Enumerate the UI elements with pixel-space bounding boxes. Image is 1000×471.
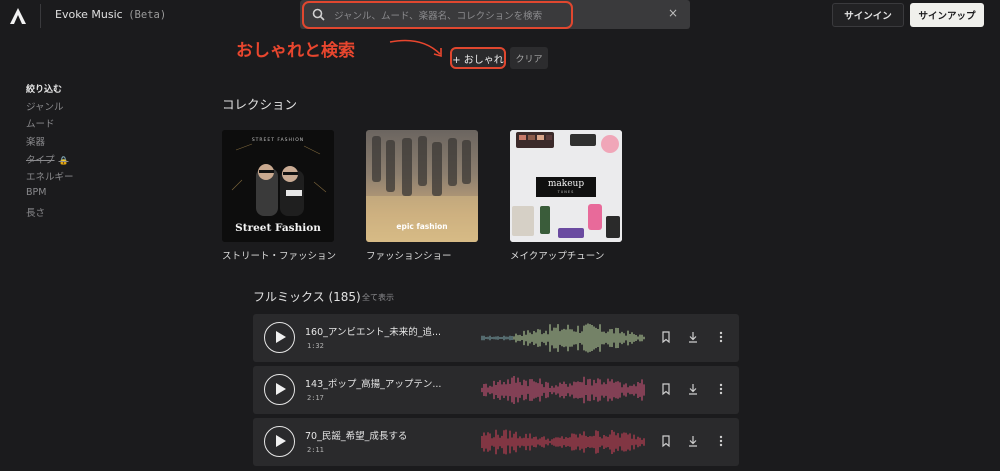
arrow-annotation-icon <box>389 39 442 58</box>
signup-button[interactable]: サインアップ <box>910 3 984 27</box>
waveform[interactable] <box>481 374 646 406</box>
active-tag-chip[interactable]: + おしゃれ <box>450 47 506 69</box>
close-icon[interactable]: × <box>668 6 678 20</box>
track-name[interactable]: 70_民謡_希望_成長する <box>305 428 407 442</box>
play-icon[interactable] <box>264 426 295 457</box>
collection-card-fashion-show[interactable]: epic fashion <box>366 130 478 242</box>
collection-label[interactable]: メイクアップチューン <box>510 248 604 262</box>
header-divider <box>40 4 41 28</box>
track-duration: 1:32 <box>307 342 324 350</box>
collection-label[interactable]: ファッションショー <box>366 248 452 262</box>
filter-energy[interactable]: エネルギー <box>26 169 74 183</box>
track-name[interactable]: 143_ポップ_高揚_アップテン... <box>305 376 441 390</box>
play-icon[interactable] <box>264 322 295 353</box>
waveform[interactable] <box>481 426 646 458</box>
filter-length[interactable]: 長さ <box>26 205 45 219</box>
search-icon <box>312 8 325 21</box>
full-mix-title: フルミックス (185) <box>253 290 361 304</box>
bookmark-icon[interactable] <box>659 434 673 448</box>
filter-bpm[interactable]: BPM <box>26 187 46 198</box>
brand-name[interactable]: Evoke Music (Beta) <box>55 8 166 21</box>
lock-icon: 🔒 <box>58 156 69 165</box>
clear-tags-button[interactable]: クリア <box>510 47 548 69</box>
waveform[interactable] <box>481 322 646 354</box>
filter-mood[interactable]: ムード <box>26 116 55 130</box>
filter-instrument[interactable]: 楽器 <box>26 134 45 148</box>
bookmark-icon[interactable] <box>659 330 673 344</box>
annotation-text: おしゃれと検索 <box>236 41 355 61</box>
bookmark-icon[interactable] <box>659 382 673 396</box>
collection-card-street-fashion[interactable]: STREET FASHION Street Fashion <box>222 130 334 242</box>
track-row[interactable]: 160_アンビエント_未来的_追... 1:32 <box>253 314 739 362</box>
download-icon[interactable] <box>686 382 700 396</box>
filter-title: 絞り込む <box>26 85 63 95</box>
track-duration: 2:17 <box>307 394 324 402</box>
beta-badge: (Beta) <box>128 9 167 21</box>
more-icon[interactable] <box>714 434 728 448</box>
cover-title-text: Street Fashion <box>235 222 321 234</box>
play-icon[interactable] <box>264 374 295 405</box>
cover-title-text: epic fashion <box>396 222 448 231</box>
track-row[interactable]: 143_ポップ_高揚_アップテン... 2:17 <box>253 366 739 414</box>
collections-title: コレクション <box>222 97 298 112</box>
show-all-link[interactable]: 全て表示 <box>362 292 394 303</box>
track-row[interactable]: 70_民謡_希望_成長する 2:11 <box>253 418 739 466</box>
track-name[interactable]: 160_アンビエント_未来的_追... <box>305 324 441 338</box>
download-icon[interactable] <box>686 434 700 448</box>
more-icon[interactable] <box>714 330 728 344</box>
search-input[interactable]: ジャンル、ムード、楽器名、コレクションを検索 <box>334 8 542 22</box>
cover-small-text: STREET FASHION <box>251 138 305 143</box>
collection-card-makeup[interactable]: makeup TUNES <box>510 130 622 242</box>
more-icon[interactable] <box>714 382 728 396</box>
filter-genre[interactable]: ジャンル <box>26 99 64 113</box>
collection-label[interactable]: ストリート・ファッション <box>222 248 336 262</box>
download-icon[interactable] <box>686 330 700 344</box>
track-duration: 2:11 <box>307 446 324 454</box>
signin-button[interactable]: サインイン <box>832 3 904 27</box>
cover-small-text: TUNES <box>557 190 575 194</box>
cover-title-text: makeup <box>547 179 585 189</box>
app-logo-icon[interactable] <box>8 6 28 26</box>
filter-type[interactable]: タイプ 🔒 <box>26 152 68 166</box>
